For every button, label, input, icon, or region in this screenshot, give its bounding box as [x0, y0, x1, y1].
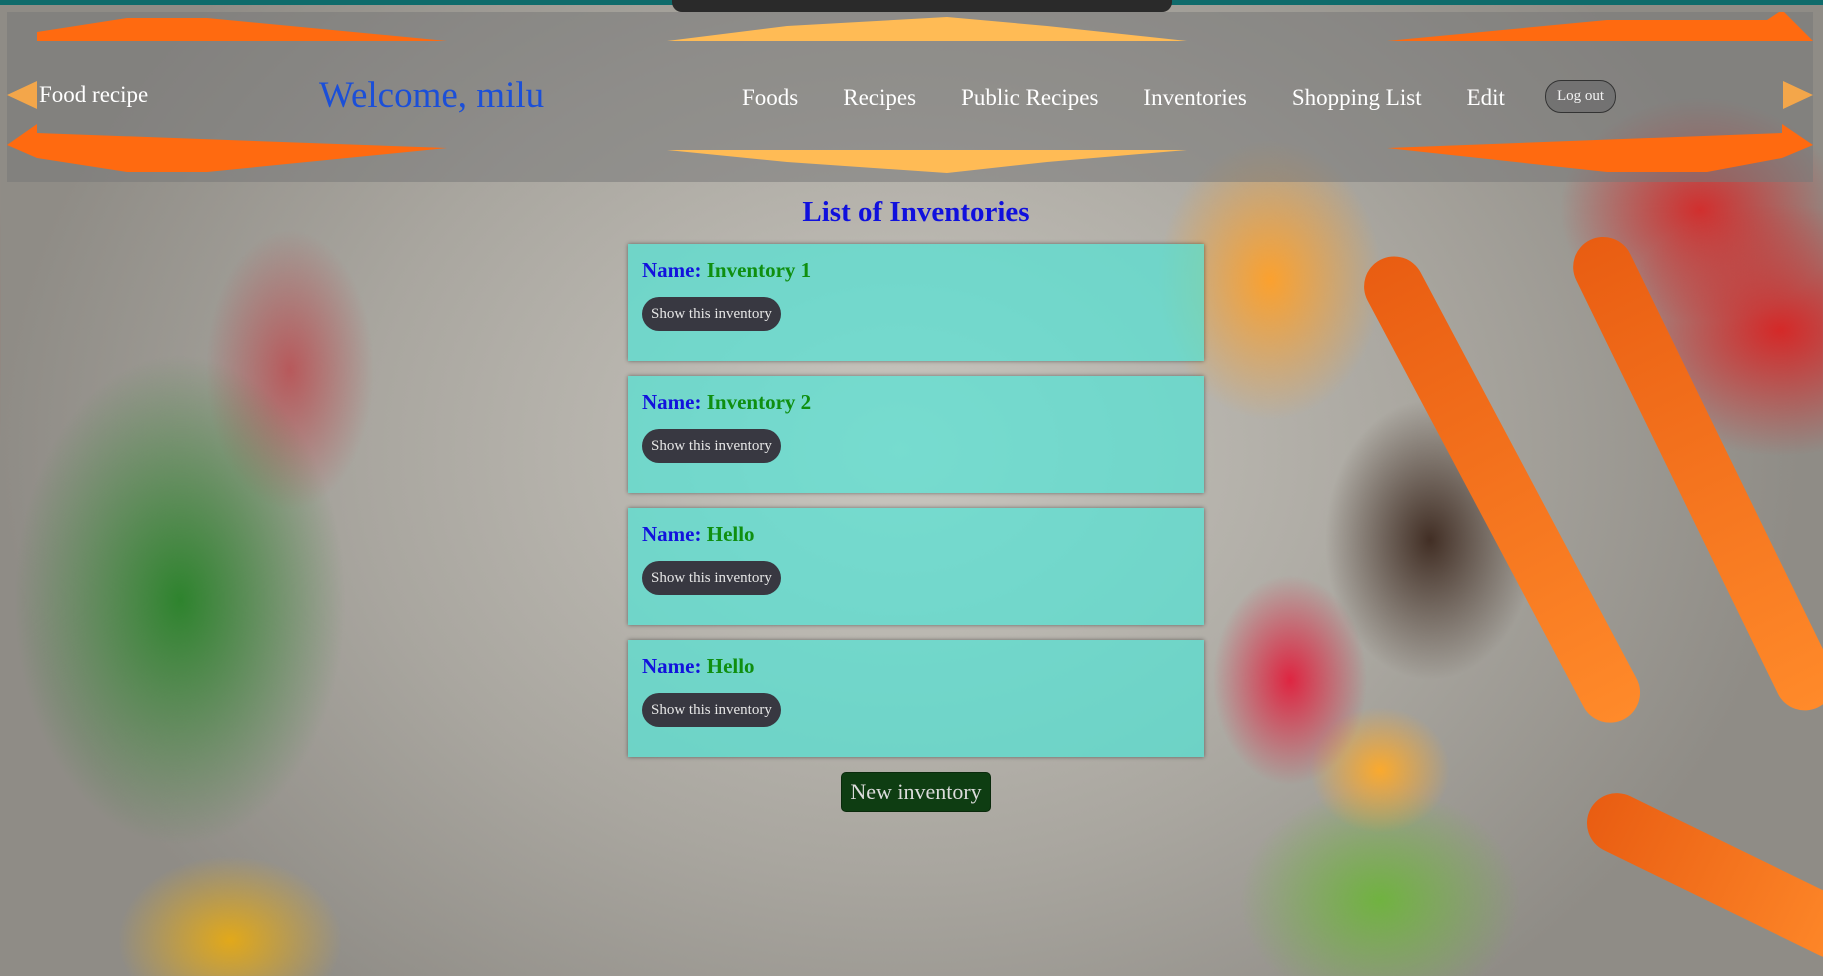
name-label: Name: [642, 258, 702, 282]
inventory-card: Name: Inventory 2 Show this inventory [628, 376, 1204, 493]
inventory-list-section: List of Inventories Name: Inventory 1 Sh… [628, 196, 1204, 812]
show-inventory-button[interactable]: Show this inventory [642, 693, 781, 727]
name-value: Hello [706, 522, 755, 546]
show-inventory-button[interactable]: Show this inventory [642, 297, 781, 331]
logout-button[interactable]: Log out [1544, 80, 1617, 113]
top-tab-handle [672, 0, 1172, 12]
page-title: List of Inventories [802, 196, 1030, 228]
show-inventory-button[interactable]: Show this inventory [642, 429, 781, 463]
nav-link-recipes[interactable]: Recipes [843, 85, 916, 111]
inventory-card: Name: Hello Show this inventory [628, 508, 1204, 625]
name-value: Inventory 1 [706, 258, 812, 282]
name-label: Name: [642, 654, 702, 678]
nav-link-foods[interactable]: Foods [742, 85, 798, 111]
navbar: Food recipe Welcome, milu Foods Recipes … [7, 12, 1813, 182]
inventory-name: Name: Hello [642, 654, 1190, 679]
nav-links: Foods Recipes Public Recipes Inventories… [742, 80, 1617, 113]
inventory-name: Name: Inventory 2 [642, 390, 1190, 415]
name-value: Hello [706, 654, 755, 678]
name-value: Inventory 2 [706, 390, 812, 414]
new-inventory-wrapper: New inventory [628, 772, 1204, 812]
nav-link-public-recipes[interactable]: Public Recipes [961, 85, 1098, 111]
inventory-card: Name: Hello Show this inventory [628, 640, 1204, 757]
name-label: Name: [642, 390, 702, 414]
name-label: Name: [642, 522, 702, 546]
brand-link[interactable]: Food recipe [39, 82, 148, 108]
nav-link-shopping-list[interactable]: Shopping List [1292, 85, 1422, 111]
show-inventory-button[interactable]: Show this inventory [642, 561, 781, 595]
new-inventory-button[interactable]: New inventory [841, 772, 991, 812]
inventory-name: Name: Inventory 1 [642, 258, 1190, 283]
inventory-card: Name: Inventory 1 Show this inventory [628, 244, 1204, 361]
inventory-name: Name: Hello [642, 522, 1190, 547]
background-carrot-3 [1576, 783, 1823, 969]
nav-link-edit[interactable]: Edit [1467, 85, 1505, 111]
welcome-message: Welcome, milu [319, 75, 545, 116]
nav-link-inventories[interactable]: Inventories [1143, 85, 1246, 111]
